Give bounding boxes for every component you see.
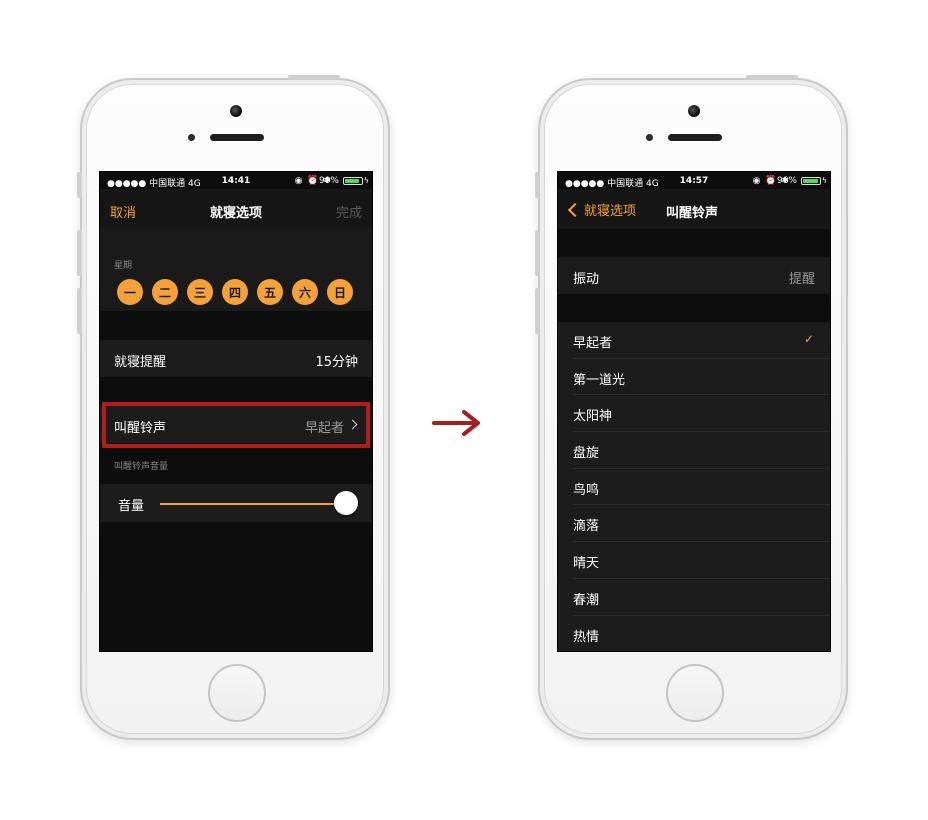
vibration-row[interactable]: 振动 提醒 <box>558 257 830 294</box>
tone-item[interactable]: 热情 <box>573 616 830 652</box>
tone-item[interactable]: 太阳神 <box>573 395 830 433</box>
charging-icon: ϟ <box>821 176 827 185</box>
checkmark-icon: ✓ <box>803 332 814 346</box>
status-bar: ●●●●● 中国联通 4G 14:57 ◉ ⏰ ✱ 96% ϟ <box>558 172 830 189</box>
weekday-selector: 一 二 三 四 五 六 日 <box>100 279 372 305</box>
volume-down-button <box>535 288 540 334</box>
power-button <box>746 75 798 80</box>
tone-item[interactable]: 早起者 ✓ <box>573 322 830 359</box>
home-button <box>666 664 724 722</box>
mute-switch <box>77 172 82 198</box>
tone-item[interactable]: 滴落 <box>573 505 830 543</box>
vibration-value: 提醒 <box>788 272 815 287</box>
tone-label: 鸟鸣 <box>573 482 600 498</box>
tone-item[interactable]: 第一道光 <box>573 359 830 396</box>
page-title: 叫醒铃声 <box>666 206 719 221</box>
bedtime-reminder-row[interactable]: 就寝提醒 15分钟 <box>100 340 372 377</box>
weekday-section-label: 星期 <box>114 261 133 271</box>
chevron-left-icon <box>567 202 583 217</box>
earpiece-speaker <box>210 134 264 141</box>
tone-item[interactable]: 春潮 <box>573 579 830 616</box>
status-bar: ●●●●● 中国联通 4G 14:41 ◉ ⏰ ✱ 90% ϟ <box>100 172 372 189</box>
battery-percent: 96% <box>776 176 797 186</box>
page-title: 就寝选项 <box>209 206 262 221</box>
battery-icon <box>343 177 363 185</box>
phone-left: ●●●●● 中国联通 4G 14:41 ◉ ⏰ ✱ 90% ϟ 取消 就寝选项 … <box>77 75 390 740</box>
weekday-section: 星期 一 二 三 四 五 六 日 <box>100 229 372 311</box>
weekday-toggle-sun[interactable]: 日 <box>327 279 353 305</box>
proximity-sensor <box>188 134 195 141</box>
earpiece-speaker <box>668 134 722 141</box>
volume-up-button <box>77 230 82 276</box>
back-button-label: 就寝选项 <box>584 204 637 219</box>
weekday-toggle-tue[interactable]: 二 <box>152 279 178 305</box>
battery-icon <box>801 177 821 185</box>
weekday-toggle-fri[interactable]: 五 <box>257 279 283 305</box>
tone-label: 盘旋 <box>573 446 600 462</box>
volume-slider-track[interactable] <box>160 503 346 505</box>
volume-down-button <box>77 288 82 334</box>
charging-icon: ϟ <box>363 176 369 185</box>
section-spacer <box>558 229 830 257</box>
wake-tone-row[interactable]: 叫醒铃声 早起者 <box>100 402 372 448</box>
tone-label: 滴落 <box>573 519 600 535</box>
tone-item[interactable]: 鸟鸣 <box>573 469 830 506</box>
volume-row: 音量 <box>100 484 372 522</box>
screen-bedtime-options: ●●●●● 中国联通 4G 14:41 ◉ ⏰ ✱ 90% ϟ 取消 就寝选项 … <box>99 171 373 652</box>
vibration-label: 振动 <box>573 272 600 287</box>
arrow-right-icon <box>432 410 480 436</box>
tone-label: 第一道光 <box>573 372 626 388</box>
weekday-toggle-thu[interactable]: 四 <box>222 279 248 305</box>
volume-label: 音量 <box>118 499 145 514</box>
weekday-toggle-wed[interactable]: 三 <box>187 279 213 305</box>
tone-item[interactable]: 晴天 <box>573 542 830 579</box>
front-camera <box>230 105 242 117</box>
home-button <box>208 664 266 722</box>
nav-bar: 取消 就寝选项 完成 <box>100 189 372 229</box>
bedtime-reminder-value: 15分钟 <box>315 355 358 370</box>
back-button[interactable]: 就寝选项 <box>566 200 636 219</box>
done-button[interactable]: 完成 <box>336 202 362 221</box>
weekday-toggle-sat[interactable]: 六 <box>292 279 318 305</box>
proximity-sensor <box>646 134 653 141</box>
tone-label: 晴天 <box>573 556 600 572</box>
tone-item[interactable]: 盘旋 <box>573 432 830 469</box>
volume-slider-thumb[interactable] <box>334 491 358 515</box>
battery-percent: 90% <box>318 176 339 186</box>
tone-label: 热情 <box>573 629 600 645</box>
front-camera <box>688 105 700 117</box>
power-button <box>288 75 340 80</box>
screen-wake-tone: ●●●●● 中国联通 4G 14:57 ◉ ⏰ ✱ 96% ϟ 就寝选项 叫醒铃… <box>557 171 831 652</box>
section-spacer <box>100 311 372 340</box>
phone-right: ●●●●● 中国联通 4G 14:57 ◉ ⏰ ✱ 96% ϟ 就寝选项 叫醒铃… <box>535 75 848 740</box>
volume-section-label: 叫醒铃声音量 <box>100 443 372 484</box>
volume-up-button <box>535 230 540 276</box>
highlight-box <box>102 402 370 448</box>
tone-label: 太阳神 <box>573 409 613 425</box>
bedtime-reminder-label: 就寝提醒 <box>114 355 167 370</box>
section-spacer <box>558 294 830 322</box>
tone-list: 早起者 ✓ 第一道光 太阳神 盘旋 鸟鸣 滴落 晴天 春潮 热情 <box>558 322 830 652</box>
weekday-toggle-mon[interactable]: 一 <box>117 279 143 305</box>
nav-bar: 就寝选项 叫醒铃声 <box>558 189 830 229</box>
tone-label: 春潮 <box>573 592 600 608</box>
tone-label: 早起者 <box>573 336 613 351</box>
mute-switch <box>535 172 540 198</box>
